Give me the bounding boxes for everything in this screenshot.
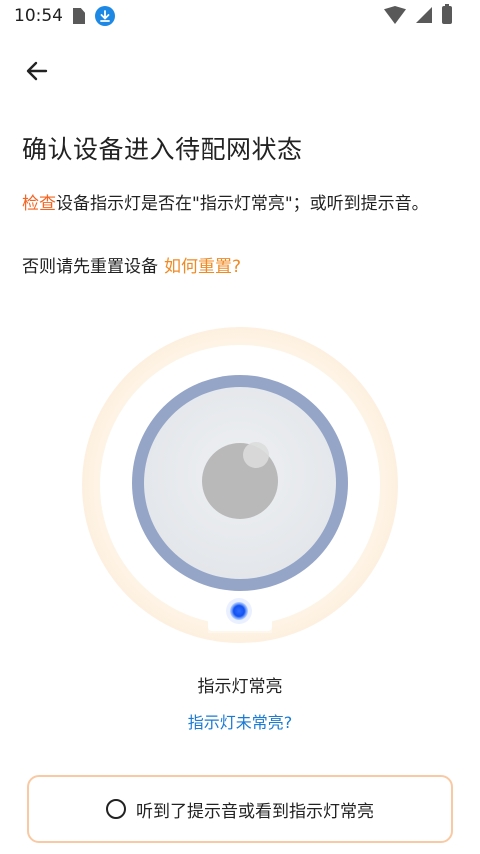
page-title: 确认设备进入待配网状态 <box>22 135 303 164</box>
how-to-reset-link[interactable]: 如何重置? <box>164 257 241 277</box>
sim-card-icon <box>73 8 85 24</box>
instruction-body: 设备指示灯是否在"指示灯常亮"；或听到提示音。 <box>56 194 429 214</box>
download-icon <box>95 6 115 26</box>
indicator-status-label: 指示灯常亮 <box>197 677 283 697</box>
reset-prefix: 否则请先重置设备 <box>22 257 158 277</box>
indicator-off-link[interactable]: 指示灯未常亮? <box>0 709 480 733</box>
led-indicator <box>230 602 248 620</box>
check-link[interactable]: 检查 <box>22 194 56 214</box>
confirm-option-label: 听到了提示音或看到指示灯常亮 <box>136 801 374 822</box>
wifi-icon <box>384 6 406 24</box>
signal-icon <box>416 7 432 23</box>
download-arrow-glyph <box>100 10 110 22</box>
battery-icon <box>442 4 452 24</box>
back-button[interactable] <box>20 54 54 88</box>
status-bar: 10:54 <box>0 0 480 32</box>
radio-circle-icon[interactable] <box>106 799 126 819</box>
reset-line: 否则请先重置设备 如何重置? <box>22 252 241 277</box>
status-time: 10:54 <box>14 6 63 26</box>
status-left-icons <box>73 6 115 26</box>
instruction-text: 检查设备指示灯是否在"指示灯常亮"；或听到提示音。 <box>22 193 442 215</box>
device-illustration <box>80 325 400 645</box>
button-highlight <box>243 442 269 468</box>
device-image <box>82 327 398 643</box>
confirm-option-button[interactable]: 听到了提示音或看到指示灯常亮 <box>27 775 453 843</box>
arrow-left-icon <box>26 61 48 81</box>
status-right-icons <box>384 4 452 24</box>
